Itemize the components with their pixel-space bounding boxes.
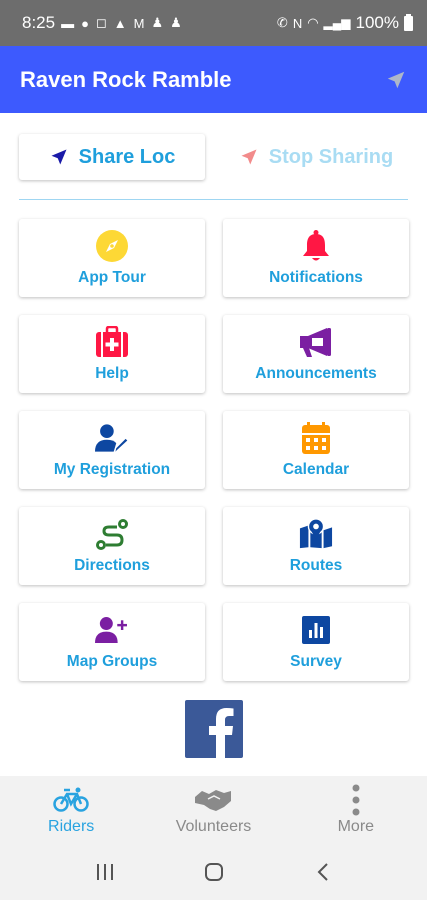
nav-label: More xyxy=(337,817,375,835)
bell-icon xyxy=(299,229,333,263)
facebook-status-icon: ● xyxy=(81,15,89,31)
call-icon: ✆ xyxy=(276,15,288,30)
user-plus-icon xyxy=(95,613,129,647)
tile-help[interactable]: Help xyxy=(19,315,205,393)
person-icon: ♟ xyxy=(151,15,164,30)
tile-label: Notifications xyxy=(269,269,363,286)
navigation-arrow-icon xyxy=(51,149,67,165)
more-vertical-icon xyxy=(351,784,361,815)
route-icon xyxy=(95,517,129,551)
status-time: 8:25 xyxy=(22,13,56,32)
status-bar: 8:25 ▬ ● ◻ ▲ M ♟ ♟ ✆ N ◠ ▂▄▆ 100% xyxy=(0,0,427,46)
tile-directions[interactable]: Directions xyxy=(19,507,205,585)
notification-icons: ▬ ● ◻ ▲ M ♟ ♟ xyxy=(61,15,182,31)
status-right: ✆ N ◠ ▂▄▆ 100% xyxy=(277,13,413,33)
person-icon: ♟ xyxy=(170,15,182,30)
tile-notifications[interactable]: Notifications xyxy=(223,219,409,297)
recent-apps-button[interactable] xyxy=(85,854,125,890)
facebook-icon[interactable] xyxy=(185,700,243,758)
tile-label: Announcements xyxy=(255,365,377,382)
home-button[interactable] xyxy=(194,854,234,890)
tile-label: Help xyxy=(95,365,129,382)
battery-icon xyxy=(404,13,413,31)
notification-icon: ▲ xyxy=(113,15,127,31)
menu-grid: App Tour Notifications Help Announcement… xyxy=(19,219,409,681)
first-aid-kit-icon xyxy=(95,325,129,359)
poll-icon xyxy=(299,613,333,647)
system-navigation-bar xyxy=(0,844,427,900)
signal-icon: ▂▄▆ xyxy=(323,16,351,30)
instagram-icon: ◻ xyxy=(95,15,107,30)
stop-sharing-label: Stop Sharing xyxy=(268,145,394,168)
location-sharing-row: Share Loc Stop Sharing xyxy=(19,134,409,180)
bicycle-icon xyxy=(53,785,89,815)
nfc-icon: N xyxy=(292,15,303,31)
wifi-icon: ◠ xyxy=(307,15,319,30)
tile-my-registration[interactable]: My Registration xyxy=(19,411,205,489)
tile-label: App Tour xyxy=(78,269,146,286)
calendar-icon xyxy=(299,421,333,455)
nav-riders[interactable]: Riders xyxy=(0,776,142,844)
tile-survey[interactable]: Survey xyxy=(223,603,409,681)
tile-announcements[interactable]: Announcements xyxy=(223,315,409,393)
gmail-icon: M xyxy=(133,15,145,31)
tile-label: Calendar xyxy=(282,461,350,478)
tile-label: Map Groups xyxy=(66,653,158,670)
app-bar: Raven Rock Ramble xyxy=(0,46,427,113)
megaphone-icon xyxy=(299,325,333,359)
divider xyxy=(19,199,408,200)
tile-app-tour[interactable]: App Tour xyxy=(19,219,205,297)
battery-percent: 100% xyxy=(355,13,399,32)
tile-label: Directions xyxy=(74,557,150,574)
tile-map-groups[interactable]: Map Groups xyxy=(19,603,205,681)
map-icon xyxy=(299,517,333,551)
nav-label: Riders xyxy=(48,817,95,835)
share-location-button[interactable]: Share Loc xyxy=(19,134,205,180)
tile-label: My Registration xyxy=(53,461,171,478)
compass-icon xyxy=(95,229,129,263)
user-edit-icon xyxy=(95,421,129,455)
app-title: Raven Rock Ramble xyxy=(20,66,232,92)
stop-sharing-button[interactable]: Stop Sharing xyxy=(223,134,409,180)
tile-label: Routes xyxy=(289,557,343,574)
bottom-navigation: Riders Volunteers More xyxy=(0,776,427,844)
navigation-arrow-icon xyxy=(241,149,257,165)
message-icon: ▬ xyxy=(61,15,75,31)
back-button[interactable] xyxy=(303,854,343,890)
tile-calendar[interactable]: Calendar xyxy=(223,411,409,489)
handshake-icon xyxy=(194,785,232,815)
nav-volunteers[interactable]: Volunteers xyxy=(142,776,284,844)
navigation-arrow-icon[interactable] xyxy=(383,67,409,93)
tile-routes[interactable]: Routes xyxy=(223,507,409,585)
tile-label: Survey xyxy=(290,653,342,670)
share-location-label: Share Loc xyxy=(78,145,176,168)
nav-more[interactable]: More xyxy=(285,776,427,844)
nav-label: Volunteers xyxy=(175,817,252,835)
